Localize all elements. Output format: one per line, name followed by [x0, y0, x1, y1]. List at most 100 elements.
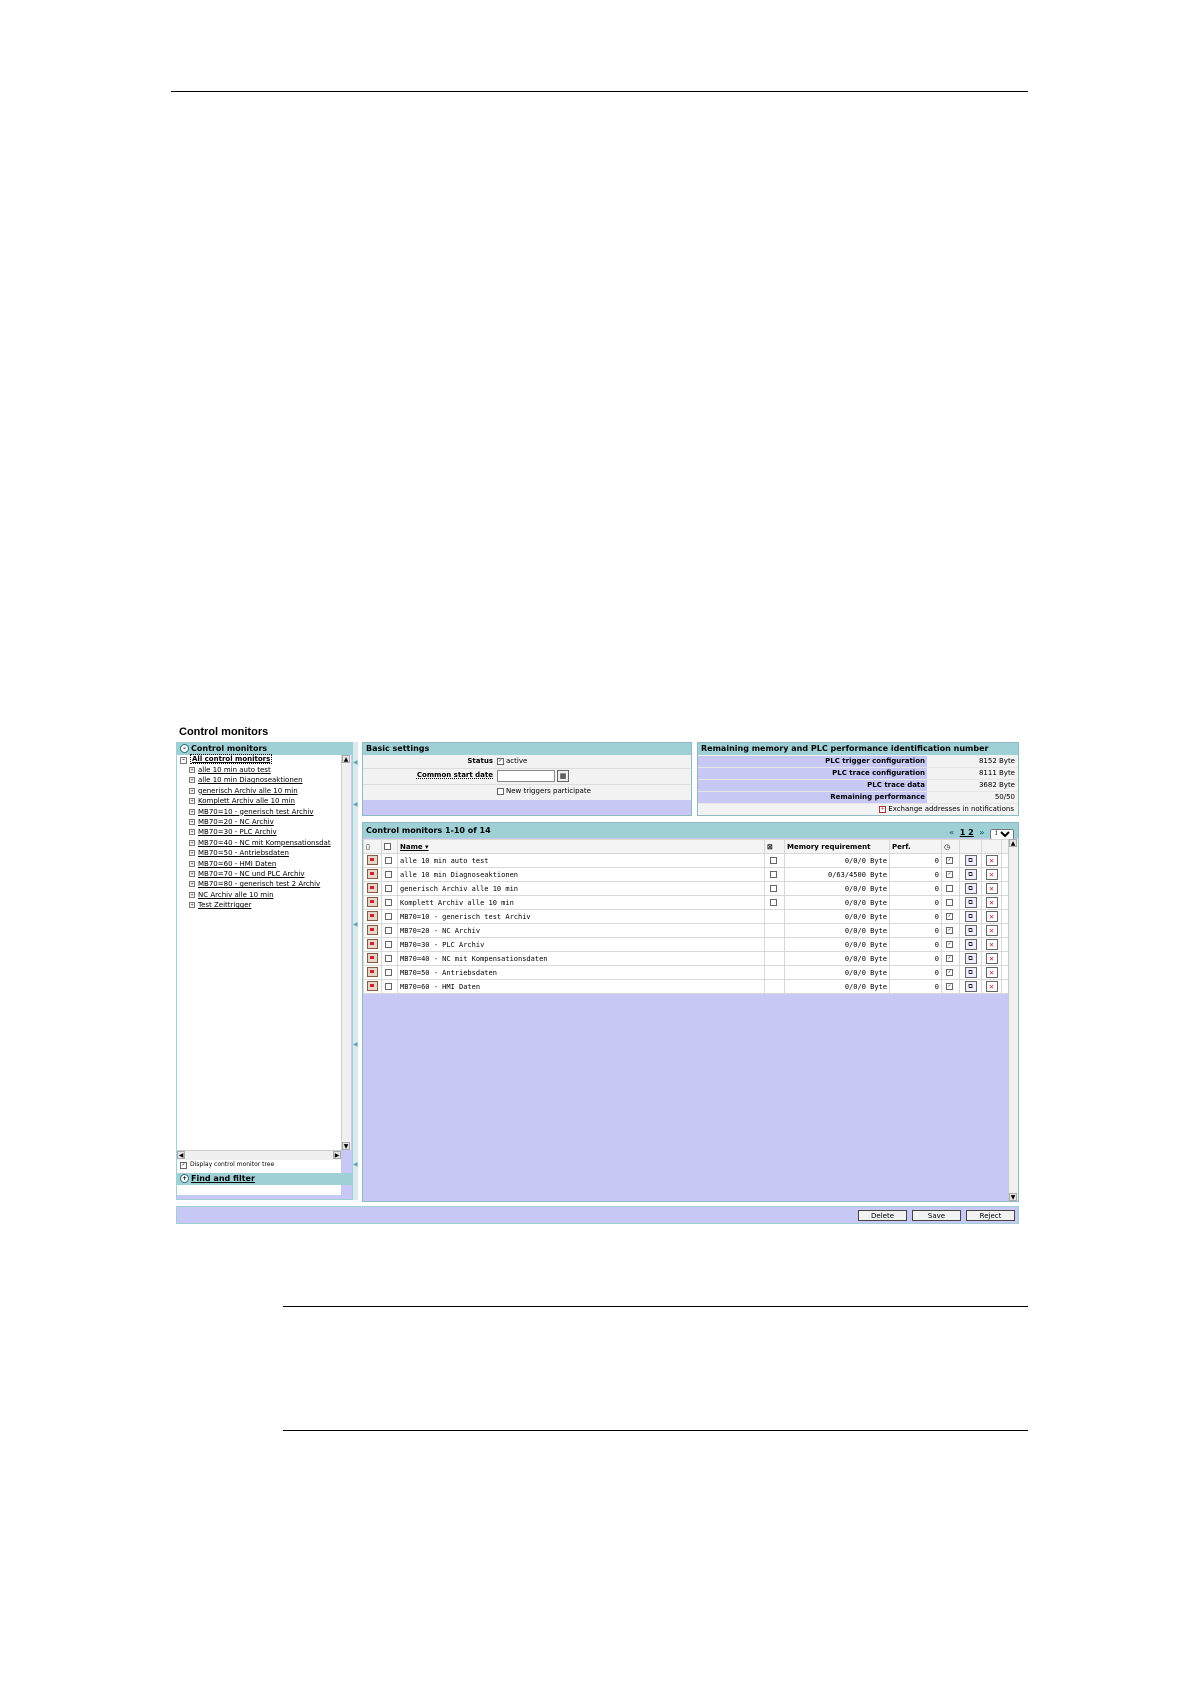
row-flag-checkbox[interactable]	[770, 857, 777, 864]
edit-monitor-icon[interactable]	[367, 924, 378, 935]
edit-monitor-icon[interactable]	[367, 938, 378, 949]
tree-item[interactable]: + Komplett Archiv alle 10 min	[189, 797, 295, 805]
row-select-checkbox[interactable]	[385, 857, 392, 864]
active-checkbox[interactable]: ✓	[946, 983, 953, 990]
select-all-checkbox[interactable]	[384, 843, 391, 850]
active-checkbox[interactable]: ✓	[946, 969, 953, 976]
exchange-addresses-option[interactable]: + Exchange addresses in notifications	[879, 805, 1014, 813]
copy-icon[interactable]: ⧉	[964, 981, 977, 992]
active-checkbox[interactable]: ✓	[946, 941, 953, 948]
delete-icon[interactable]: ✕	[985, 967, 998, 978]
table-row[interactable]: Komplett Archiv alle 10 min 0/0/0 Byte 0 ⧉ ✕	[363, 895, 1010, 910]
tree-item[interactable]: + MB70=40 - NC mit Kompensationsdat	[189, 839, 331, 847]
display-tree-option[interactable]: ✓ Display control monitor tree	[177, 1161, 357, 1169]
tree-item-label[interactable]: MB70=70 - NC und PLC Archiv	[198, 870, 305, 878]
scroll-down-icon[interactable]: ▼	[1009, 1193, 1017, 1201]
delete-button[interactable]: Delete	[858, 1210, 907, 1221]
tree-item[interactable]: + alle 10 min Diagnoseaktionen	[189, 776, 303, 784]
active-checkbox[interactable]: ✓	[946, 913, 953, 920]
tree-horizontal-scrollbar[interactable]: ◀ ▶	[177, 1150, 341, 1160]
expand-node-icon[interactable]: +	[189, 808, 195, 815]
expand-node-icon[interactable]: +	[189, 839, 195, 846]
table-row[interactable]: MB70=10 - generisch test Archiv 0/0/0 Byt…	[363, 909, 1010, 924]
tree-root-label[interactable]: All control monitors	[190, 754, 273, 764]
tree-item-label[interactable]: Komplett Archiv alle 10 min	[198, 797, 295, 805]
active-checkbox[interactable]: ✓	[946, 955, 953, 962]
panel-splitter[interactable]: ◀ ◀ ◀ ◀ ◀	[353, 742, 358, 1200]
row-select-checkbox[interactable]	[385, 941, 392, 948]
tree-item-label[interactable]: MB70=30 - PLC Archiv	[198, 828, 277, 836]
delete-icon[interactable]: ✕	[985, 939, 998, 950]
tree-vertical-scrollbar[interactable]: ▲ ▼	[341, 755, 351, 1150]
collapse-node-icon[interactable]: –	[180, 757, 187, 764]
tree-root[interactable]: – All control monitors	[180, 754, 273, 764]
new-triggers-checkbox[interactable]	[497, 787, 504, 795]
tree-item[interactable]: + MB70=50 - Antriebsdaten	[189, 849, 289, 857]
expand-node-icon[interactable]: +	[189, 787, 195, 794]
save-button[interactable]: Save	[912, 1210, 961, 1221]
expand-node-icon[interactable]: +	[189, 891, 195, 898]
expand-node-icon[interactable]: +	[189, 902, 195, 909]
expand-node-icon[interactable]: +	[189, 767, 195, 773]
copy-icon[interactable]: ⧉	[964, 897, 977, 908]
row-flag-checkbox[interactable]	[770, 899, 777, 906]
copy-icon[interactable]: ⧉	[964, 939, 977, 950]
delete-icon[interactable]: ✕	[985, 953, 998, 964]
expand-node-icon[interactable]: +	[189, 798, 195, 805]
page-size-select[interactable]: 10	[990, 828, 1014, 840]
tree-item-label[interactable]: MB70=60 - HMI Daten	[198, 860, 276, 868]
find-filter-label[interactable]: Find and filter	[191, 1174, 255, 1183]
scroll-left-icon[interactable]: ◀	[177, 1151, 185, 1159]
new-document-icon[interactable]: ▯	[363, 839, 382, 854]
first-page-icon[interactable]: «	[949, 828, 954, 837]
next-page-icon[interactable]: »	[979, 828, 984, 837]
delete-icon[interactable]: ✕	[985, 897, 998, 908]
tree-item[interactable]: + MB70=30 - PLC Archiv	[189, 828, 277, 836]
delete-icon[interactable]: ✕	[985, 911, 998, 922]
tree-item[interactable]: + NC Archiv alle 10 min	[189, 891, 274, 899]
table-row[interactable]: MB70=30 - PLC Archiv 0/0/0 Byte 0 ✓ ⧉ ✕	[363, 937, 1010, 952]
list-vertical-scrollbar[interactable]: ▲ ▼	[1008, 839, 1018, 1201]
edit-monitor-icon[interactable]	[367, 952, 378, 963]
tree-item[interactable]: + generisch Archiv alle 10 min	[189, 787, 298, 795]
active-checkbox[interactable]	[946, 899, 953, 906]
name-column-header[interactable]: Name ▾	[397, 839, 765, 854]
copy-icon[interactable]: ⧉	[964, 953, 977, 964]
start-date-input[interactable]	[497, 770, 555, 782]
row-select-checkbox[interactable]	[385, 955, 392, 962]
tree-item-label[interactable]: alle 10 min auto test	[198, 766, 271, 774]
expand-icon[interactable]: +	[180, 1174, 189, 1183]
tree-item-label[interactable]: MB70=20 - NC Archiv	[198, 818, 274, 826]
tree-item-label[interactable]: generisch Archiv alle 10 min	[198, 787, 298, 795]
expand-node-icon[interactable]: +	[189, 871, 195, 877]
expand-node-icon[interactable]: +	[189, 860, 195, 867]
collapse-icon[interactable]: –	[180, 744, 189, 753]
tree-item-label[interactable]: MB70=80 - generisch test 2 Archiv	[198, 880, 320, 888]
active-checkbox[interactable]: ✓	[946, 857, 953, 864]
copy-icon[interactable]: ⧉	[964, 869, 977, 880]
row-flag-checkbox[interactable]	[770, 871, 777, 878]
table-row[interactable]: MB70=20 - NC Archiv 0/0/0 Byte 0 ✓ ⧉ ✕	[363, 923, 1010, 938]
row-select-checkbox[interactable]	[385, 927, 392, 934]
scroll-down-icon[interactable]: ▼	[342, 1142, 350, 1150]
delete-icon[interactable]: ✕	[985, 869, 998, 880]
row-select-checkbox[interactable]	[385, 885, 392, 892]
copy-icon[interactable]: ⧉	[964, 883, 977, 894]
find-filter-header[interactable]: + Find and filter	[177, 1173, 355, 1185]
tree-item[interactable]: + MB70=10 - generisch test Archiv	[189, 808, 314, 816]
copy-icon[interactable]: ⧉	[964, 925, 977, 936]
delete-icon[interactable]: ✕	[985, 925, 998, 936]
delete-icon[interactable]: ✕	[985, 981, 998, 992]
row-select-checkbox[interactable]	[385, 969, 392, 976]
display-tree-checkbox[interactable]: ✓	[180, 1162, 187, 1169]
tree-item[interactable]: + Test Zeittrigger	[189, 901, 251, 909]
tree-item-label[interactable]: Test Zeittrigger	[198, 901, 251, 909]
tree-item[interactable]: + MB70=20 - NC Archiv	[189, 818, 274, 826]
table-row[interactable]: MB70=60 - HMI Daten 0/0/0 Byte 0 ✓ ⧉ ✕	[363, 979, 1010, 994]
page-numbers[interactable]: 1 2	[960, 828, 974, 837]
name-column-label[interactable]: Name	[400, 843, 423, 851]
tree-item-label[interactable]: NC Archiv alle 10 min	[198, 891, 274, 899]
row-flag-checkbox[interactable]	[770, 885, 777, 892]
delete-icon[interactable]: ✕	[985, 855, 998, 866]
status-checkbox[interactable]: ✓	[497, 757, 504, 765]
